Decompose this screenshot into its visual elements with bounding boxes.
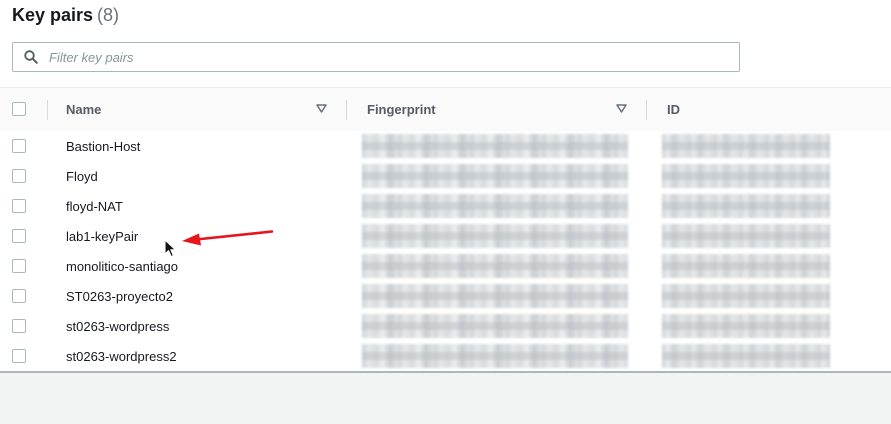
fingerprint-redacted (362, 254, 628, 278)
key-pair-name[interactable]: monolitico-santiago (66, 259, 178, 274)
column-header-fingerprint[interactable]: Fingerprint (367, 102, 436, 117)
search-icon (24, 50, 38, 64)
fingerprint-redacted (362, 284, 628, 308)
key-pair-name[interactable]: lab1-keyPair (66, 229, 138, 244)
fingerprint-redacted (362, 224, 628, 248)
key-pair-name[interactable]: st0263-wordpress (66, 319, 169, 334)
select-all-checkbox[interactable] (12, 102, 26, 116)
key-pair-name[interactable]: Bastion-Host (66, 139, 140, 154)
red-arrow-icon (182, 230, 274, 246)
table-row[interactable]: ST0263-proyecto2 (0, 281, 891, 312)
column-divider (646, 100, 647, 120)
id-redacted (662, 314, 830, 338)
search-box[interactable] (12, 42, 740, 72)
key-pairs-panel: Key pairs(8) Name Fingerprint ID Bastion… (0, 0, 891, 373)
row-checkbox[interactable] (12, 289, 26, 303)
id-redacted (662, 344, 830, 368)
row-checkbox[interactable] (12, 319, 26, 333)
table-row[interactable]: Floyd (0, 161, 891, 192)
page-title-text: Key pairs (12, 5, 94, 25)
page-title: Key pairs (8) (12, 5, 119, 26)
table-row[interactable]: lab1-keyPair (0, 221, 891, 252)
row-checkbox[interactable] (12, 199, 26, 213)
mouse-pointer-icon (164, 239, 177, 258)
key-pair-name[interactable]: floyd-NAT (66, 199, 123, 214)
id-redacted (662, 194, 830, 218)
column-header-id[interactable]: ID (667, 102, 680, 117)
id-redacted (662, 254, 830, 278)
sort-caret-icon[interactable] (316, 104, 327, 113)
key-pair-count: (8) (97, 5, 120, 25)
row-checkbox[interactable] (12, 349, 26, 363)
table-row[interactable]: Bastion-Host (0, 131, 891, 162)
fingerprint-redacted (362, 134, 628, 158)
table-header: Name Fingerprint ID (0, 87, 891, 132)
sort-caret-icon[interactable] (616, 104, 627, 113)
search-input[interactable] (47, 46, 731, 68)
key-pair-name[interactable]: st0263-wordpress2 (66, 349, 177, 364)
key-pair-name[interactable]: ST0263-proyecto2 (66, 289, 173, 304)
table-row[interactable]: st0263-wordpress2 (0, 341, 891, 371)
key-pair-name[interactable]: Floyd (66, 169, 98, 184)
fingerprint-redacted (362, 314, 628, 338)
fingerprint-redacted (362, 164, 628, 188)
id-redacted (662, 134, 830, 158)
id-redacted (662, 284, 830, 308)
fingerprint-redacted (362, 194, 628, 218)
table-row[interactable]: monolitico-santiago (0, 251, 891, 282)
column-divider (47, 100, 48, 120)
id-redacted (662, 164, 830, 188)
row-checkbox[interactable] (12, 139, 26, 153)
table-row[interactable]: floyd-NAT (0, 191, 891, 222)
row-checkbox[interactable] (12, 169, 26, 183)
column-divider (346, 100, 347, 120)
column-header-name[interactable]: Name (66, 102, 101, 117)
row-checkbox[interactable] (12, 259, 26, 273)
row-checkbox[interactable] (12, 229, 26, 243)
id-redacted (662, 224, 830, 248)
fingerprint-redacted (362, 344, 628, 368)
table-row[interactable]: st0263-wordpress (0, 311, 891, 342)
